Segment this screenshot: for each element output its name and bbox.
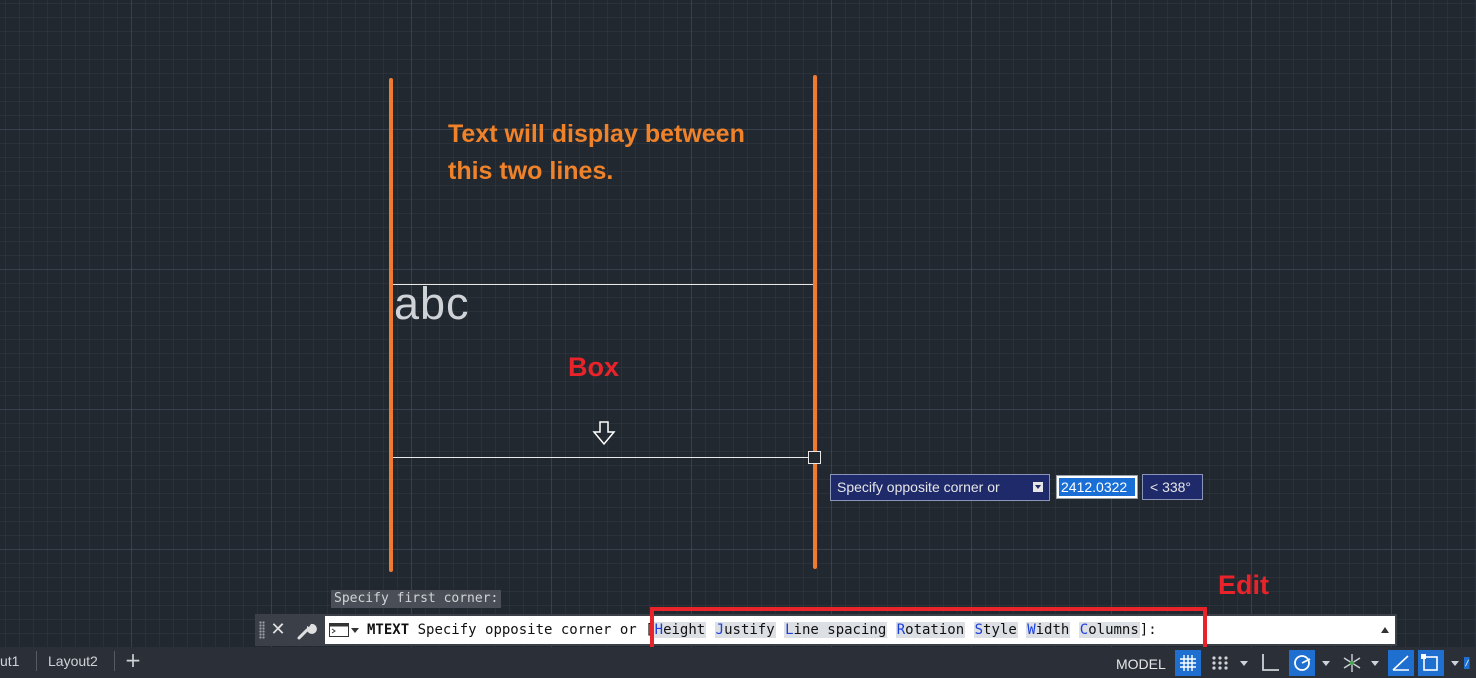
add-layout-button[interactable]: + [122,649,144,671]
options-highlight-box [650,607,1207,651]
chevron-down-icon[interactable] [351,628,359,633]
annotation-note: Text will display between this two lines… [448,116,808,190]
tab-divider [36,651,37,671]
dynamic-input-options-icon[interactable] [1033,482,1043,492]
drawing-canvas[interactable]: Text will display between this two lines… [0,0,1476,647]
drag-handle-icon[interactable] [259,621,265,639]
dynamic-input-prompt: Specify opposite corner or [830,474,1050,501]
dynamic-input-prompt-text: Specify opposite corner or [837,479,1000,495]
mtext-box-bottom-edge [393,457,813,458]
dynamic-input-angle-field[interactable]: < 338° [1142,474,1203,500]
mtext-preview-text: abc [394,278,470,329]
tab-divider [114,651,115,671]
model-space-button[interactable]: MODEL [1112,652,1170,676]
cursor-arrow-icon [592,421,616,446]
grid-icon[interactable] [1175,650,1201,676]
ortho-mode-icon[interactable] [1257,650,1283,676]
close-icon[interactable]: ✕ [269,618,287,642]
dynamic-input-value[interactable]: 2412.0322 [1059,478,1135,496]
history-scroll-up-icon[interactable] [1381,627,1389,633]
command-history-line: Specify first corner: [331,590,502,608]
object-snap-dropdown-icon[interactable] [1451,661,1459,666]
snap-mode-icon[interactable] [1207,650,1233,676]
annotation-box-label: Box [568,352,620,382]
polar-tracking-icon[interactable] [1289,650,1315,676]
dynamic-input-value-field[interactable]: 2412.0322 [1056,475,1138,499]
tab-layout1[interactable]: ut1 [0,649,19,673]
command-prompt-text: Specify opposite corner or [417,622,637,638]
right-boundary-line [813,75,817,569]
tab-layout2[interactable]: Layout2 [48,649,98,673]
polar-tracking-dropdown-icon[interactable] [1322,661,1330,666]
wrench-icon[interactable] [295,618,317,642]
annotation-note-line-2: this two lines. [448,157,614,185]
annotation-edit-label: Edit [1218,570,1269,600]
status-bar: ut1 Layout2 + MODEL [0,647,1476,678]
command-name: MTEXT [367,622,410,638]
object-snap-tracking-icon[interactable] [1388,650,1414,676]
isometric-dropdown-icon[interactable] [1371,661,1379,666]
dynamic-input-toggle-icon[interactable] [1464,650,1476,676]
object-snap-icon[interactable] [1418,650,1444,676]
command-prompt-icon[interactable] [329,623,349,637]
corner-grip-icon[interactable] [808,451,821,464]
snap-mode-dropdown-icon[interactable] [1240,661,1248,666]
left-boundary-line [389,78,393,572]
annotation-note-line-1: Text will display between [448,120,745,148]
isometric-drafting-icon[interactable] [1339,650,1365,676]
